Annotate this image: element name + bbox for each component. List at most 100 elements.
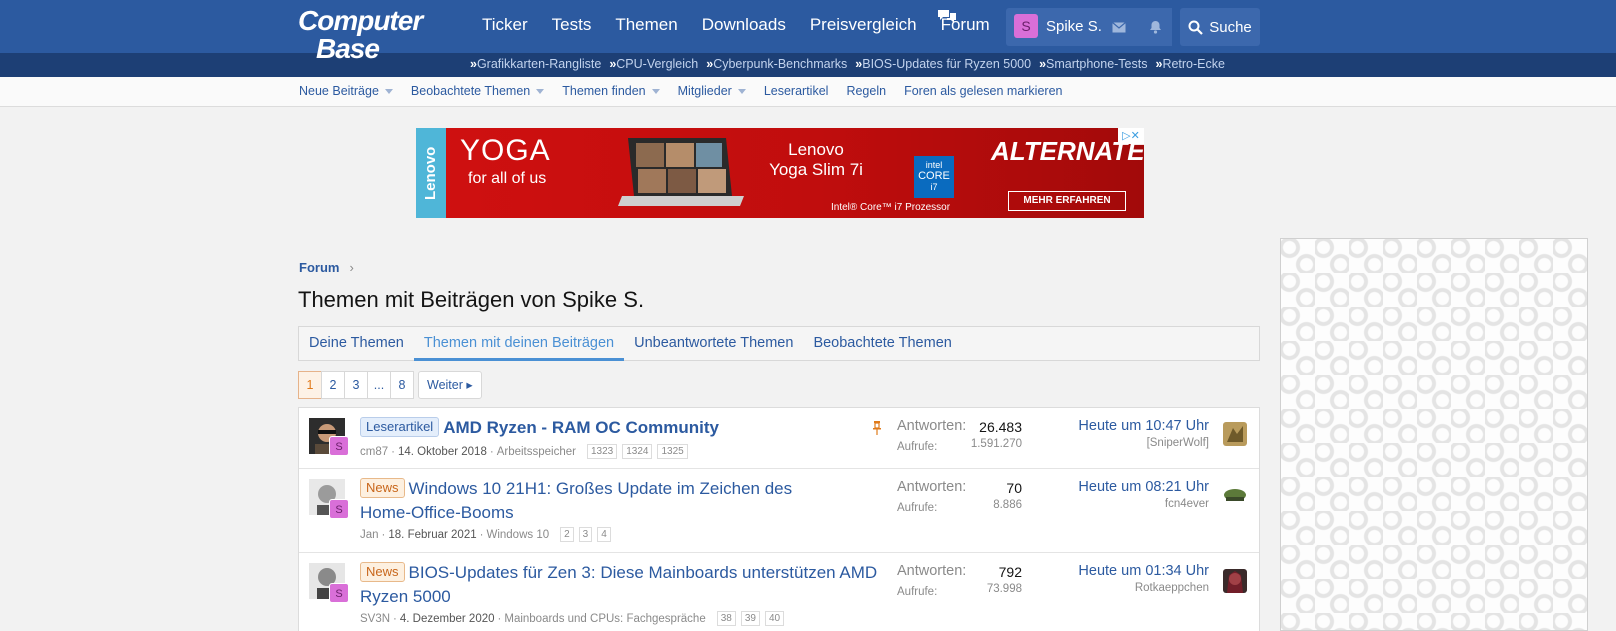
user-mini-avatar: S	[329, 583, 349, 603]
alerts-button[interactable]	[1138, 8, 1172, 46]
user-mini-avatar: S	[329, 499, 349, 519]
mini-page[interactable]: 2	[560, 527, 574, 542]
quicklink-bios[interactable]: »BIOS-Updates für Ryzen 5000	[855, 57, 1031, 71]
nav-ticker[interactable]: Ticker	[470, 14, 540, 36]
quicklink-cyberpunk[interactable]: »Cyberpunk-Benchmarks	[706, 57, 847, 71]
thread-forum[interactable]: Mainboards und CPUs: Fachgespräche	[504, 613, 705, 625]
intel-line1: intel	[925, 160, 943, 170]
mini-page[interactable]: 3	[578, 527, 593, 542]
mini-page[interactable]: 4	[597, 527, 611, 542]
subnav-neue-beitraege[interactable]: Neue Beiträge	[299, 84, 393, 98]
thread-forum[interactable]: Arbeitsspeicher	[497, 446, 576, 458]
nav-preisvergleich[interactable]: Preisvergleich	[798, 14, 929, 36]
replies-count: 70	[1006, 480, 1022, 496]
subnav-mitglieder[interactable]: Mitglieder	[678, 84, 746, 98]
mini-page[interactable]: 1325	[657, 444, 688, 459]
thread-title[interactable]: News Windows 10 21H1: Großes Update im Ze…	[360, 477, 840, 525]
ad-banner[interactable]: Lenovo YOGA for all of us Lenovo Yoga Sl…	[416, 128, 1144, 218]
chevron-down-icon[interactable]	[651, 88, 660, 94]
tab-beobachtete[interactable]: Beobachtete Themen	[803, 327, 961, 360]
pagination: 1 2 3 ... 8 Weiter ▸	[298, 371, 482, 399]
mini-page[interactable]: 39	[740, 611, 760, 626]
last-post-time[interactable]: Heute um 01:34 Uhr	[1039, 563, 1209, 579]
quicklink-smartphone[interactable]: »Smartphone-Tests	[1039, 57, 1147, 71]
thread-date[interactable]: 18. Februar 2021	[388, 529, 476, 541]
subnav-label: Neue Beiträge	[299, 84, 379, 98]
thread-list: S Leserartikel AMD Ryzen - RAM OC Communi…	[298, 407, 1260, 631]
thread-author[interactable]: cm87	[360, 446, 388, 458]
ad-processor: Intel® Core™ i7 Prozessor	[831, 202, 951, 213]
views-count: 1.591.270	[970, 438, 1022, 450]
thread-author[interactable]: Jan	[360, 529, 379, 541]
chevron-down-icon[interactable]	[384, 88, 393, 94]
thread-stats: Antworten: 26.483 Aufrufe: 1.591.270	[897, 418, 1022, 454]
tab-deine-themen[interactable]: Deine Themen	[299, 327, 414, 360]
chevron-down-icon[interactable]	[737, 88, 746, 94]
ad-model-line2: Yoga Slim 7i	[769, 160, 863, 179]
next-page-button[interactable]: Weiter ▸	[418, 371, 482, 399]
thread-author[interactable]: SV3N	[360, 613, 390, 625]
nav-tests[interactable]: Tests	[540, 14, 604, 36]
page-button[interactable]: 3	[344, 371, 368, 399]
replies-label: Antworten:	[897, 479, 967, 495]
ad-cta-button[interactable]: MEHR ERFAHREN	[1008, 191, 1126, 211]
page-button[interactable]: 8	[390, 371, 414, 399]
logo-line2: Base	[316, 33, 380, 64]
tab-unbeantwortete[interactable]: Unbeantwortete Themen	[624, 327, 803, 360]
inbox-button[interactable]	[1102, 8, 1136, 46]
thread-title[interactable]: News BIOS-Updates für Zen 3: Diese Mainbo…	[360, 561, 880, 609]
subnav-beobachtete-themen[interactable]: Beobachtete Themen	[411, 84, 545, 98]
quicklink-retro[interactable]: »Retro-Ecke	[1155, 57, 1224, 71]
chevron-down-icon[interactable]	[536, 88, 545, 94]
last-post-user[interactable]: fcn4ever	[1039, 498, 1209, 510]
last-post: Heute um 01:34 Uhr Rotkaeppchen	[1039, 563, 1209, 594]
quicklink-label: Grafikkarten-Rangliste	[476, 57, 602, 71]
quicklink-arrow: »	[470, 57, 477, 71]
mini-page[interactable]: 38	[716, 611, 736, 626]
tab-themen-mit-beitraegen[interactable]: Themen mit deinen Beiträgen	[413, 327, 625, 361]
thread-stats: Antworten: 70 Aufrufe: 8.886	[897, 479, 1022, 515]
thread-forum[interactable]: Windows 10	[486, 529, 549, 541]
page-button[interactable]: 2	[321, 371, 345, 399]
subnav-label: Themen finden	[562, 84, 646, 98]
thread-date[interactable]: 4. Dezember 2020	[400, 613, 495, 625]
quicklink-cpu[interactable]: »CPU-Vergleich	[609, 57, 698, 71]
subnav-themen-finden[interactable]: Themen finden	[562, 84, 660, 98]
replies-count: 26.483	[979, 419, 1022, 435]
last-post-user[interactable]: Rotkaeppchen	[1039, 582, 1209, 594]
search-button[interactable]: Suche	[1180, 8, 1260, 46]
thread-row[interactable]: S Leserartikel AMD Ryzen - RAM OC Communi…	[299, 408, 1259, 469]
last-poster-avatar[interactable]	[1223, 483, 1247, 507]
subnav-leserartikel[interactable]: Leserartikel	[764, 84, 829, 98]
quicklink-grafikkarten[interactable]: »Grafikkarten-Rangliste	[470, 57, 601, 71]
site-logo[interactable]: Computer Base	[298, 3, 450, 73]
prefix-label: News	[360, 562, 405, 582]
subnav-mark-read[interactable]: Foren als gelesen markieren	[904, 84, 1062, 98]
thread-row[interactable]: S News Windows 10 21H1: Großes Update im …	[299, 469, 1259, 553]
search-label: Suche	[1209, 18, 1252, 36]
page-button[interactable]: 1	[298, 371, 322, 399]
intel-line3: i7	[930, 182, 938, 192]
breadcrumb-forum[interactable]: Forum	[299, 260, 339, 275]
last-poster-avatar[interactable]	[1223, 569, 1247, 593]
subnav-label: Mitglieder	[677, 84, 732, 98]
last-poster-avatar[interactable]	[1223, 422, 1247, 446]
thread-date[interactable]: 14. Oktober 2018	[398, 446, 487, 458]
mini-page[interactable]: 1323	[586, 444, 618, 459]
replies-label: Antworten:	[897, 563, 967, 579]
quicklink-label: Cyberpunk-Benchmarks	[713, 57, 848, 71]
mini-page[interactable]: 1324	[622, 444, 653, 459]
subnav-regeln[interactable]: Regeln	[846, 84, 886, 98]
mini-page[interactable]: 40	[764, 611, 785, 626]
nav-themen[interactable]: Themen	[603, 14, 689, 36]
thread-title[interactable]: Leserartikel AMD Ryzen - RAM OC Community	[360, 416, 719, 440]
sidebar-pattern	[1280, 238, 1588, 631]
thread-row[interactable]: S News BIOS-Updates für Zen 3: Diese Main…	[299, 553, 1259, 631]
last-post-time[interactable]: Heute um 10:47 Uhr	[1039, 418, 1209, 434]
last-post-time[interactable]: Heute um 08:21 Uhr	[1039, 479, 1209, 495]
adchoices-icon[interactable]: ▷✕	[1118, 128, 1144, 144]
page-ellipsis[interactable]: ...	[367, 371, 391, 399]
last-post-user[interactable]: [SniperWolf]	[1039, 437, 1209, 449]
nav-downloads[interactable]: Downloads	[690, 14, 798, 36]
pin-icon	[873, 421, 881, 435]
